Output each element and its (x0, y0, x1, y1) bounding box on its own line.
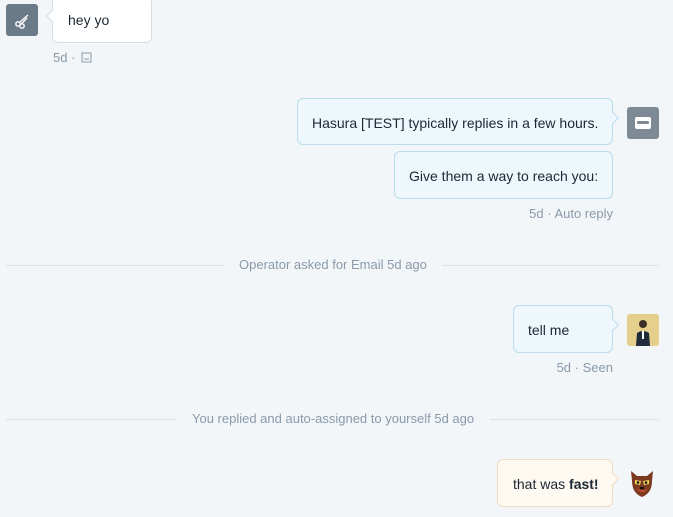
operator-reply-text: tell me (528, 322, 570, 338)
auto-reply-bubble-2: Give them a way to reach you: (394, 151, 613, 199)
fox-mascot-avatar (626, 467, 658, 499)
highlight-message-bold: fast! (569, 476, 599, 492)
highlight-message-text: that was (513, 476, 570, 492)
operator-photo-icon (627, 314, 659, 346)
operator-photo (627, 314, 659, 346)
auto-reply-bubble-1: Hasura [TEST] typically replies in a few… (297, 98, 620, 145)
auto-reply-text-2: Give them a way to reach you: (409, 168, 599, 184)
auto-reply-text-1: Hasura [TEST] typically replies in a few… (312, 115, 599, 131)
auto-reply-meta: 5d · Auto reply (529, 206, 613, 221)
email-request-notice: Operator asked for Email 5d ago (239, 257, 427, 272)
user-message-meta: 5d · (53, 50, 92, 65)
user-message-bubble: hey yo (45, 0, 152, 43)
user-message-text: hey yo (68, 12, 110, 28)
bot-icon (635, 117, 651, 129)
operator-reply-meta: 5d · Seen (556, 360, 613, 375)
fox-mascot-icon (631, 471, 653, 497)
divider-line-left-2 (6, 419, 176, 420)
bot-avatar (627, 107, 659, 139)
highlight-message-bubble: that was fast! (497, 459, 620, 507)
divider-line-left (6, 265, 224, 266)
seen-box-icon (81, 52, 92, 63)
scissors-icon (15, 14, 29, 29)
operator-reply-bubble: tell me (513, 305, 620, 353)
user-avatar (6, 4, 38, 36)
divider-line-right-2 (490, 419, 659, 420)
divider-line-right (442, 265, 659, 266)
assigned-notice: You replied and auto-assigned to yoursel… (192, 411, 475, 426)
